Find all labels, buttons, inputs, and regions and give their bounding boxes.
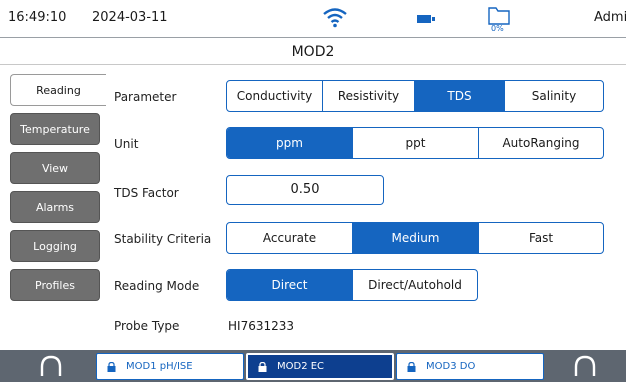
module-tab-mod3-label: MOD3 DO bbox=[426, 361, 476, 372]
tab-view[interactable]: View bbox=[10, 152, 100, 184]
reading-mode-label: Reading Mode bbox=[114, 279, 200, 293]
module-tab-mod1-label: MOD1 pH/ISE bbox=[126, 361, 193, 372]
tab-reading[interactable]: Reading bbox=[10, 74, 106, 106]
bottom-bar: MOD1 pH/ISE MOD2 EC MOD3 DO bbox=[0, 350, 626, 382]
parameter-option-salinity[interactable]: Salinity bbox=[505, 81, 603, 111]
reading-mode-selector: Direct Direct/Autohold bbox=[226, 269, 478, 301]
lock-icon bbox=[407, 361, 416, 372]
unit-option-autoranging[interactable]: AutoRanging bbox=[479, 128, 603, 158]
clock-time: 16:49:10 bbox=[8, 10, 67, 25]
headset-right-icon bbox=[574, 355, 596, 376]
headset-left-icon bbox=[40, 355, 62, 376]
parameter-option-resistivity[interactable]: Resistivity bbox=[323, 81, 415, 111]
module-tab-mod2[interactable]: MOD2 EC bbox=[246, 353, 394, 380]
parameter-option-conductivity[interactable]: Conductivity bbox=[227, 81, 323, 111]
unit-selector: ppm ppt AutoRanging bbox=[226, 127, 604, 159]
stability-option-accurate[interactable]: Accurate bbox=[227, 223, 353, 253]
unit-option-ppt[interactable]: ppt bbox=[353, 128, 479, 158]
lock-icon bbox=[258, 361, 267, 372]
status-bar: 16:49:10 2024-03-11 0% Admin bbox=[0, 0, 626, 38]
parameter-label: Parameter bbox=[114, 90, 177, 104]
tab-profiles[interactable]: Profiles bbox=[10, 269, 100, 301]
module-tab-mod3[interactable]: MOD3 DO bbox=[396, 353, 544, 380]
tab-temperature[interactable]: Temperature bbox=[10, 113, 100, 145]
tds-factor-field[interactable]: 0.50 bbox=[226, 175, 384, 205]
settings-panel: Parameter Conductivity Resistivity TDS S… bbox=[100, 70, 626, 350]
headset-right-button[interactable] bbox=[548, 352, 622, 380]
tab-logging[interactable]: Logging bbox=[10, 230, 100, 262]
stability-criteria-label: Stability Criteria bbox=[114, 232, 212, 246]
reading-mode-option-direct-autohold[interactable]: Direct/Autohold bbox=[353, 270, 477, 300]
headset-left-button[interactable] bbox=[8, 352, 94, 380]
unit-option-ppm[interactable]: ppm bbox=[227, 128, 353, 158]
wifi-icon bbox=[323, 8, 347, 28]
stability-selector: Accurate Medium Fast bbox=[226, 222, 604, 254]
stability-option-fast[interactable]: Fast bbox=[479, 223, 603, 253]
reading-mode-option-direct[interactable]: Direct bbox=[227, 270, 353, 300]
lock-icon bbox=[107, 361, 116, 372]
parameter-option-tds[interactable]: TDS bbox=[415, 81, 505, 111]
date: 2024-03-11 bbox=[92, 10, 168, 25]
user-name[interactable]: Admin bbox=[594, 10, 626, 25]
tds-factor-label: TDS Factor bbox=[114, 186, 179, 200]
probe-type-value: HI7631233 bbox=[228, 319, 295, 333]
parameter-selector: Conductivity Resistivity TDS Salinity bbox=[226, 80, 604, 112]
module-tab-mod2-label: MOD2 EC bbox=[277, 361, 325, 372]
stability-option-medium[interactable]: Medium bbox=[353, 223, 479, 253]
probe-type-label: Probe Type bbox=[114, 319, 180, 333]
tab-alarms[interactable]: Alarms bbox=[10, 191, 100, 223]
storage-percent: 0% bbox=[491, 24, 504, 33]
unit-label: Unit bbox=[114, 137, 139, 151]
page-title: MOD2 bbox=[0, 39, 626, 65]
module-tab-mod1[interactable]: MOD1 pH/ISE bbox=[96, 353, 244, 380]
battery-icon bbox=[417, 15, 435, 23]
